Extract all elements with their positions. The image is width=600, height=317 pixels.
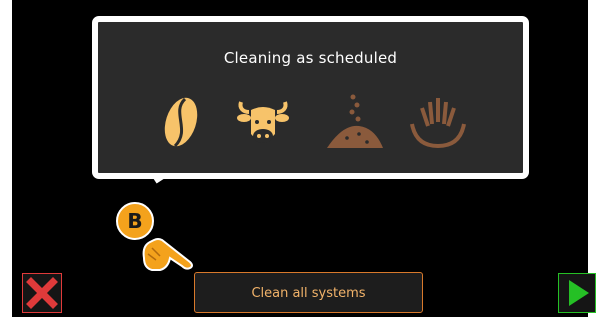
brewing-unit-icon	[410, 98, 466, 149]
callout-title: Cleaning as scheduled	[223, 49, 398, 67]
cleaning-callout: Cleaning as scheduled	[92, 16, 529, 179]
play-arrow-icon	[569, 280, 589, 306]
next-button[interactable]	[558, 273, 596, 313]
cleaning-icons	[98, 94, 523, 154]
clean-all-systems-button[interactable]: Clean all systems	[194, 272, 423, 313]
powder-icon	[327, 94, 383, 148]
close-x-icon	[26, 277, 58, 309]
machine-screen: Cleaning as scheduled B Clean all system…	[0, 0, 600, 317]
pointing-hand-icon	[142, 238, 193, 271]
coffee-bean-icon	[164, 97, 198, 148]
cancel-button[interactable]	[22, 273, 62, 313]
cow-head-icon	[237, 101, 289, 143]
